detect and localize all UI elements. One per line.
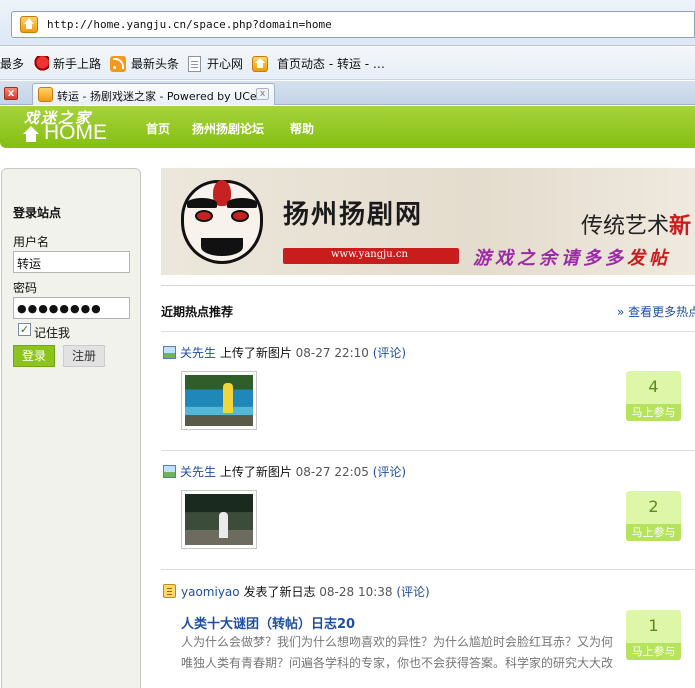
photo-image	[185, 494, 253, 545]
home-favicon-icon	[20, 16, 38, 33]
password-label: 密码	[13, 281, 38, 295]
join-label: 马上参与	[626, 524, 681, 541]
item-divider	[161, 569, 695, 570]
photo-thumbnail[interactable]	[181, 490, 257, 549]
timestamp: 08-27 22:10	[295, 346, 369, 360]
remember-checkbox[interactable]: ✓	[18, 323, 31, 336]
browser-tab[interactable]: 转运 - 扬剧戏迷之家 - Powered by UCenter Home x	[32, 83, 275, 105]
feed-item-header: 关先生 上传了新图片 08-27 22:10 (评论)	[163, 344, 406, 361]
bookmarks-bar: 最多 新手上路 最新头条 开心网 首页动态 - 转运 - …	[0, 47, 695, 80]
page-icon	[188, 56, 201, 72]
photo-thumbnail[interactable]	[181, 371, 257, 430]
tab-title: 转运 - 扬剧戏迷之家 - Powered by UCenter Home	[57, 90, 257, 103]
nav-home[interactable]: 首页	[146, 120, 170, 137]
join-count: 4	[648, 377, 659, 396]
bookmark-getting-started[interactable]: 新手上路	[53, 55, 101, 73]
close-window-icon[interactable]: x	[4, 87, 18, 100]
photo-icon	[163, 346, 176, 359]
url-input[interactable]: http://home.yangju.cn/space.php?domain=h…	[11, 11, 695, 38]
register-button[interactable]: 注册	[63, 345, 105, 367]
bookmark-home-feed[interactable]: 首页动态 - 转运 - …	[277, 55, 385, 73]
mask-eye-left	[195, 210, 213, 222]
join-button[interactable]: 4 马上参与	[626, 371, 681, 421]
nav-help[interactable]: 帮助	[290, 120, 314, 137]
action-text: 上传了新图片	[216, 465, 296, 479]
blog-title-link[interactable]: 人类十大谜团（转帖）日志20	[181, 613, 355, 632]
join-button[interactable]: 1 马上参与	[626, 610, 681, 660]
join-count: 1	[648, 616, 659, 635]
site-banner[interactable]: 扬州扬剧网 www.yangju.cn 传统艺术新 游戏之余请多多发帖	[161, 168, 695, 275]
user-link[interactable]: 关先生	[180, 346, 216, 360]
photo-image	[185, 375, 253, 426]
action-text: 上传了新图片	[216, 346, 296, 360]
feed-item-header: 关先生 上传了新图片 08-27 22:05 (评论)	[163, 463, 406, 480]
mask-eye-right	[231, 210, 249, 222]
feed-title: 近期热点推荐	[161, 305, 234, 319]
url-text: http://home.yangju.cn/space.php?domain=h…	[47, 18, 332, 31]
join-label: 马上参与	[626, 404, 681, 421]
blog-icon	[163, 584, 176, 598]
home-logo-icon	[23, 126, 39, 142]
close-tab-icon[interactable]: x	[256, 88, 269, 100]
item-divider	[161, 450, 695, 451]
home-favicon-icon	[38, 87, 53, 102]
blog-excerpt: 人为什么会做梦？我们为什么想吻喜欢的异性？为什么尴尬时会脸红耳赤？又为何唯独人类…	[181, 635, 614, 670]
timestamp: 08-27 22:05	[295, 465, 369, 479]
banner-art-text: 传统艺术新	[581, 208, 691, 240]
address-bar: http://home.yangju.cn/space.php?domain=h…	[0, 0, 695, 46]
feed-item-header: yaomiyao 发表了新日志 08-28 10:38 (评论)	[163, 583, 430, 600]
join-label: 马上参与	[626, 643, 681, 660]
mask-brow-right	[227, 198, 257, 208]
rss-icon	[110, 56, 126, 72]
bookmark-kaixin[interactable]: 开心网	[207, 55, 243, 73]
join-count: 2	[648, 497, 659, 516]
user-link[interactable]: yaomiyao	[181, 585, 240, 599]
login-sidebar: 登录站点 用户名 转运 密码 ●●●●●●●● ✓ 记住我 登录 注册	[1, 168, 141, 688]
item-divider	[161, 331, 695, 332]
logo-home[interactable]: HOME	[44, 121, 107, 145]
home-favicon-icon	[252, 56, 268, 72]
comment-link[interactable]: (评论)	[396, 585, 429, 599]
username-input[interactable]: 转运	[13, 251, 130, 273]
banner-slogan-tail: 发帖	[627, 248, 671, 269]
tab-bar: x 转运 - 扬剧戏迷之家 - Powered by UCenter Home …	[0, 81, 695, 105]
timestamp: 08-28 10:38	[319, 585, 393, 599]
banner-url: www.yangju.cn	[331, 249, 408, 260]
join-button[interactable]: 2 马上参与	[626, 491, 681, 541]
comment-link[interactable]: (评论)	[373, 465, 406, 479]
username-label: 用户名	[13, 235, 50, 249]
feed-divider	[161, 285, 695, 286]
mask-brow-left	[187, 198, 217, 208]
mask-mouth	[201, 238, 243, 256]
bookmark-latest-headlines[interactable]: 最新头条	[131, 55, 179, 73]
banner-slogan-main: 游戏之余请多多	[473, 248, 627, 269]
login-button[interactable]: 登录	[13, 345, 55, 367]
firefox-bird-icon	[33, 56, 49, 72]
comment-link[interactable]: (评论)	[373, 346, 406, 360]
password-input[interactable]: ●●●●●●●●	[13, 297, 130, 319]
login-title: 登录站点	[13, 206, 62, 220]
remember-label[interactable]: 记住我	[34, 324, 70, 341]
nav-forum[interactable]: 扬州扬剧论坛	[192, 120, 264, 137]
user-link[interactable]: 关先生	[180, 465, 216, 479]
site-header: 戏迷之家 HOME 首页 扬州扬剧论坛 帮助	[0, 106, 695, 148]
opera-mask-icon	[173, 172, 271, 272]
banner-art-tail: 新	[669, 213, 692, 239]
bookmark-most-visited[interactable]: 最多	[0, 55, 24, 73]
photo-icon	[163, 465, 176, 478]
banner-title: 扬州扬剧网	[283, 200, 424, 230]
banner-art-main: 传统艺术	[581, 214, 670, 239]
more-hot-link[interactable]: » 查看更多热点	[617, 303, 695, 320]
action-text: 发表了新日志	[239, 585, 320, 599]
banner-slogan: 游戏之余请多多发帖	[473, 244, 671, 270]
